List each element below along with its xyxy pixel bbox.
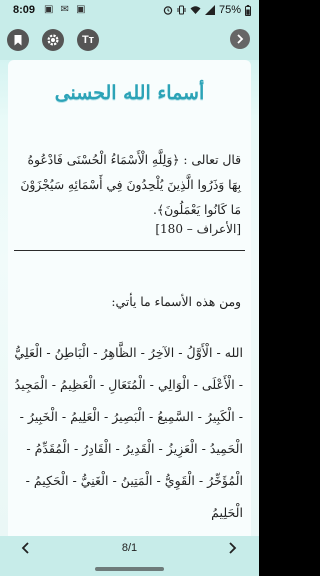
settings-button[interactable] (42, 29, 64, 51)
gear-icon (47, 34, 59, 46)
battery-icon (245, 4, 251, 16)
next-page-button[interactable] (226, 539, 238, 560)
names-intro: ومن هذه الأسماء ما يأتي: (111, 295, 241, 309)
signal-icon (204, 5, 215, 15)
battery-percent: 75% (218, 4, 241, 16)
quran-verse: قال تعالى : ﴿وَلِلَّهِ الْأَسْمَاءُ الْح… (20, 153, 241, 217)
bookmark-button[interactable] (7, 29, 29, 51)
page-title: أسماء الله الحسنى (54, 82, 205, 104)
top-toolbar: Tт (0, 22, 259, 60)
bookmark-icon (14, 35, 22, 46)
page-indicator: 8/1 (121, 542, 138, 554)
status-time: 8:09 (13, 4, 36, 16)
wifi-icon (190, 6, 201, 14)
text-size-icon: Tт (81, 34, 95, 46)
chevron-right-icon (229, 542, 237, 554)
font-size-button[interactable]: Tт (77, 29, 99, 51)
title-box: أسماء الله الحسنى (8, 82, 251, 104)
status-bar: 8:09 ▣ ✉ ▣ 75% (0, 0, 259, 22)
home-indicator-bar (0, 562, 259, 576)
divider (14, 250, 245, 251)
page-card: أسماء الله الحسنى قال تعالى : ﴿وَلِلَّهِ… (8, 60, 251, 536)
forward-button[interactable] (230, 29, 250, 49)
alarm-icon (163, 6, 173, 15)
content-area: أسماء الله الحسنى قال تعالى : ﴿وَلِلَّهِ… (0, 60, 259, 536)
chevron-right-icon (237, 34, 244, 44)
verse-reference: [الأعراف – 180] (155, 222, 241, 236)
vibrate-icon (177, 5, 186, 15)
status-right: 75% (163, 4, 251, 16)
home-indicator[interactable] (95, 567, 164, 571)
bottom-navigation: 8/1 (0, 536, 259, 562)
notification-icons: ▣ ✉ ▣ (44, 4, 88, 15)
names-list: الله - الْأَوَّلُ - الآخِرُ - الظَّاهِرُ… (14, 345, 243, 520)
